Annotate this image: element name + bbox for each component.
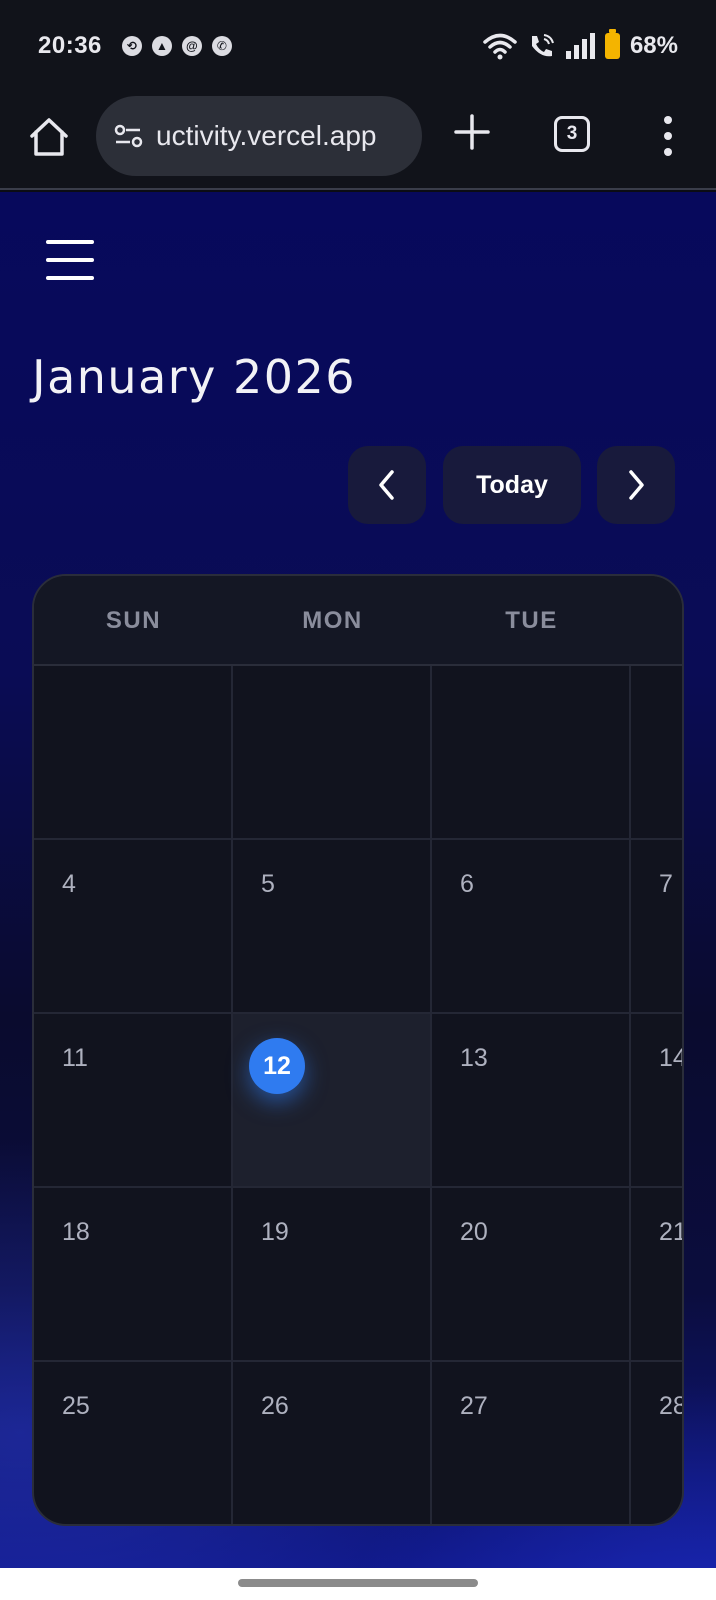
url-bar[interactable]: uctivity.vercel.app <box>96 96 422 176</box>
day-number: 20 <box>460 1218 488 1246</box>
day-cell[interactable] <box>631 666 682 840</box>
day-cell[interactable]: 27 <box>432 1362 631 1524</box>
day-cell[interactable]: 21 <box>631 1188 682 1362</box>
notification-icons: ⟲ ▲ @ ✆ <box>121 36 232 56</box>
day-number: 5 <box>261 870 275 898</box>
day-cell[interactable] <box>233 666 432 840</box>
day-cell[interactable]: 19 <box>233 1188 432 1362</box>
day-cell[interactable]: 7 <box>631 840 682 1014</box>
status-bar: 20:36 ⟲ ▲ @ ✆ 68% <box>0 0 716 92</box>
day-number: 25 <box>62 1392 90 1420</box>
day-cell[interactable]: 4 <box>34 840 233 1014</box>
tab-switcher-button[interactable]: 3 <box>554 116 590 152</box>
today-day-badge: 12 <box>249 1038 305 1094</box>
battery-percent: 68% <box>629 32 678 59</box>
wifi-calling-icon <box>531 34 554 57</box>
status-time: 20:36 <box>38 32 102 59</box>
signal-icon <box>565 33 595 59</box>
url-text: uctivity.vercel.app <box>156 120 377 151</box>
day-number: 26 <box>261 1392 289 1420</box>
day-number: 13 <box>460 1044 488 1072</box>
day-cell[interactable] <box>432 666 631 840</box>
day-cell[interactable]: 18 <box>34 1188 233 1362</box>
day-number: 19 <box>261 1218 289 1246</box>
next-month-button[interactable] <box>597 446 675 524</box>
more-menu-icon[interactable] <box>656 114 680 158</box>
at-icon: @ <box>181 36 202 56</box>
day-number: 21 <box>659 1218 682 1246</box>
today-cell[interactable]: 12 <box>233 1014 432 1188</box>
new-tab-icon[interactable] <box>452 112 492 152</box>
chevron-right-icon <box>629 470 644 500</box>
day-cell[interactable]: 6 <box>432 840 631 1014</box>
today-button[interactable]: Today <box>443 446 581 524</box>
day-cell[interactable]: 25 <box>34 1362 233 1524</box>
day-number: 6 <box>460 870 474 898</box>
hamburger-menu-icon[interactable] <box>46 240 96 280</box>
day-cell[interactable]: 5 <box>233 840 432 1014</box>
day-number: 4 <box>62 870 76 898</box>
day-number: 14 <box>659 1044 682 1072</box>
system-nav-bar <box>0 1568 716 1600</box>
home-icon[interactable] <box>26 114 72 160</box>
previous-month-button[interactable] <box>348 446 426 524</box>
status-right: 68% <box>483 29 678 60</box>
compass-icon: ▲ <box>151 36 172 56</box>
weekday-label: TUE <box>505 607 558 634</box>
chevron-left-icon <box>379 470 394 500</box>
calendar-days: 4 5 6 7 11 12 13 14 18 19 20 21 25 26 27 28 <box>34 666 682 1524</box>
day-cell[interactable]: 26 <box>233 1362 432 1524</box>
wifi-icon <box>483 33 517 60</box>
browser-toolbar: uctivity.vercel.app 3 <box>0 92 716 190</box>
weekday-header: SUN MON TUE <box>34 576 682 666</box>
day-cell[interactable]: 20 <box>432 1188 631 1362</box>
web-content: January 2026 Today SUN MON TUE 4 5 6 7 11 12 1… <box>0 192 716 1568</box>
day-number: 11 <box>62 1044 88 1072</box>
day-number: 18 <box>62 1218 90 1246</box>
site-settings-icon[interactable] <box>112 119 146 153</box>
day-cell[interactable]: 13 <box>432 1014 631 1188</box>
day-cell[interactable]: 28 <box>631 1362 682 1524</box>
day-number: 27 <box>460 1392 488 1420</box>
home-gesture-handle[interactable] <box>238 1579 478 1587</box>
weekday-label: MON <box>302 607 363 634</box>
month-title: January 2026 <box>32 350 357 404</box>
sync-icon: ⟲ <box>121 36 142 56</box>
day-cell[interactable]: 14 <box>631 1014 682 1188</box>
messenger-icon: ✆ <box>211 36 232 56</box>
day-number: 7 <box>659 870 673 898</box>
calendar-grid: SUN MON TUE 4 5 6 7 11 12 13 14 18 19 20 21 25 26 27 28 <box>32 574 684 1526</box>
weekday-label: SUN <box>105 607 162 634</box>
day-cell[interactable] <box>34 666 233 840</box>
day-cell[interactable]: 11 <box>34 1014 233 1188</box>
day-number: 28 <box>659 1392 682 1420</box>
battery-icon <box>604 29 620 59</box>
